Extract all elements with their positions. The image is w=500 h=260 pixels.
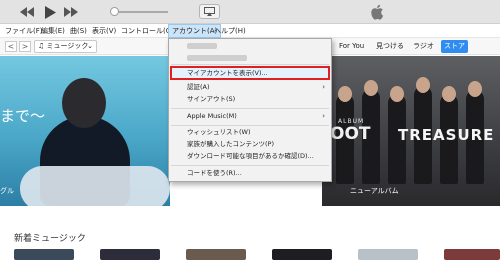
menu-edit[interactable]: 編集(E) <box>38 24 68 38</box>
menu-item-family-purchases[interactable]: 家族が購入したコンテンツ(P) <box>169 139 331 150</box>
menu-separator <box>171 125 329 126</box>
banner-left-subtitle: グル <box>0 187 14 195</box>
airplay-button[interactable] <box>199 4 220 19</box>
account-dropdown-menu: マイアカウントを表示(V)... 認証(A) › サインアウト(S) Apple… <box>168 38 332 182</box>
player-toolbar <box>0 0 500 24</box>
album-thumbnail[interactable] <box>14 249 74 260</box>
menu-song[interactable]: 曲(S) <box>67 24 90 38</box>
submenu-arrow-icon: › <box>322 83 325 91</box>
group-member-head <box>416 77 430 93</box>
group-member-head <box>468 81 482 97</box>
group-member-head <box>364 80 378 96</box>
menu-separator <box>171 64 329 65</box>
menu-item-sign-out[interactable]: サインアウト(S) <box>169 94 331 105</box>
back-button[interactable]: < <box>5 41 17 52</box>
banner-cloud <box>20 166 170 206</box>
airplay-icon <box>204 7 215 16</box>
menu-separator <box>171 165 329 166</box>
album-thumbnail[interactable] <box>186 249 246 260</box>
album-thumbnail[interactable] <box>272 249 332 260</box>
album-thumbnail[interactable] <box>100 249 160 260</box>
banner-right-subtitle: ニューアルバム <box>350 187 399 195</box>
menu-item-apple-music[interactable]: Apple Music(M) › <box>169 111 331 122</box>
menu-item-authorizations[interactable]: 認証(A) › <box>169 82 331 93</box>
banner-left-title: まで〜 <box>0 107 46 125</box>
rewind-button[interactable] <box>18 5 36 19</box>
volume-slider-knob[interactable] <box>110 7 119 16</box>
tab-store[interactable]: ストア <box>441 40 468 53</box>
menu-item-label: Apple Music(M) <box>187 112 237 120</box>
fast-forward-icon <box>64 7 78 17</box>
media-kind-select[interactable]: ♫ ミュージック ⌄ <box>34 40 97 53</box>
account-email-redacted <box>187 55 247 61</box>
chevron-down-icon: ⌄ <box>87 42 93 50</box>
volume-slider[interactable] <box>110 7 168 16</box>
menu-separator <box>171 108 329 109</box>
media-kind-label: ♫ ミュージック <box>38 42 89 50</box>
menu-item-view-my-account[interactable]: マイアカウントを表示(V)... <box>169 68 331 79</box>
menu-item-label: 認証(A) <box>187 83 210 91</box>
album-thumbnail[interactable] <box>444 249 500 260</box>
forward-button[interactable]: > <box>19 41 31 52</box>
album-title-big: OOT <box>330 124 371 144</box>
tab-radio[interactable]: ラジオ <box>410 40 437 53</box>
submenu-arrow-icon: › <box>322 112 325 120</box>
apple-logo-icon <box>371 4 384 20</box>
menu-item-check-downloads[interactable]: ダウンロード可能な項目があるか確認(D)... <box>169 151 331 162</box>
tab-for-you[interactable]: For You <box>336 40 367 53</box>
group-member-head <box>390 86 404 102</box>
section-title-new-music: 新着ミュージック <box>14 234 86 244</box>
menu-bar: ファイル(F) 編集(E) 曲(S) 表示(V) コントロール(C) アカウント… <box>0 24 500 38</box>
group-member-head <box>442 86 456 102</box>
rewind-icon <box>20 7 34 17</box>
menu-item-redeem[interactable]: コードを使う(R)... <box>169 168 331 179</box>
group-member-head <box>338 86 352 102</box>
menu-item-wishlist[interactable]: ウィッシュリスト(W) <box>169 127 331 138</box>
featured-banner-left[interactable] <box>0 56 170 206</box>
play-icon <box>44 5 56 19</box>
play-button[interactable] <box>42 5 58 19</box>
menu-view[interactable]: 表示(V) <box>89 24 119 38</box>
menu-help[interactable]: ヘルプ(H) <box>211 24 249 38</box>
fast-forward-button[interactable] <box>62 5 80 19</box>
artist-name: TREASURE <box>398 126 495 144</box>
tab-browse[interactable]: 見つける <box>373 40 407 53</box>
album-thumbnail[interactable] <box>358 249 418 260</box>
banner-figure-head <box>62 78 106 128</box>
account-name-redacted <box>187 43 217 49</box>
